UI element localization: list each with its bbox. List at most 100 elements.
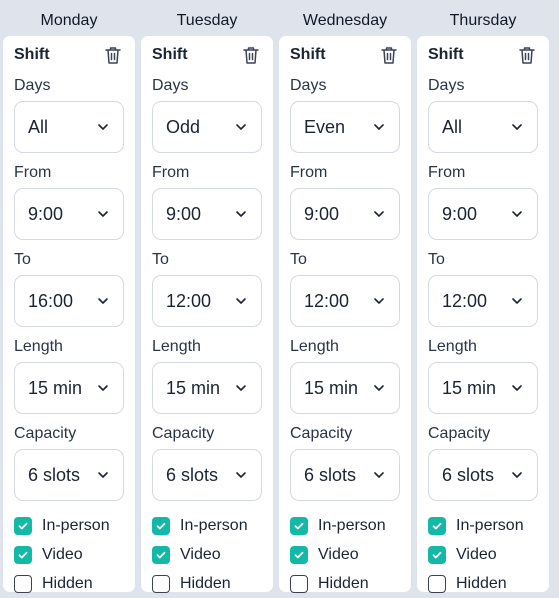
from-select[interactable]: 9:00 [152,188,262,240]
chevron-down-icon [236,298,246,304]
day-header: Tuesday [176,12,238,29]
to-select[interactable]: 12:00 [290,275,400,327]
from-select[interactable]: 9:00 [290,188,400,240]
days-value: Even [304,116,346,137]
video-option[interactable]: Video [290,540,400,569]
capacity-select[interactable]: 6 slots [290,449,400,501]
to-select[interactable]: 12:00 [428,275,538,327]
chevron-down-icon [374,298,384,304]
in-person-option[interactable]: In-person [428,511,538,540]
to-label: To [290,251,307,268]
days-label: Days [152,77,189,94]
length-value: 15 min [28,377,83,398]
in-person-label: In-person [42,516,110,534]
in-person-option[interactable]: In-person [290,511,400,540]
capacity-value: 6 slots [28,464,81,485]
in-person-option[interactable]: In-person [152,511,262,540]
to-label: To [428,251,445,268]
from-label: From [14,164,52,181]
from-value: 9:00 [304,203,340,224]
hidden-option[interactable]: Hidden [428,569,538,598]
video-checkbox[interactable] [14,545,32,564]
days-select[interactable]: Even [290,101,400,153]
length-select[interactable]: 15 min [428,362,538,414]
hidden-option[interactable]: Hidden [152,569,262,598]
hidden-checkbox[interactable] [14,574,32,593]
days-select[interactable]: Odd [152,101,262,153]
shift-card: Shift Days Odd From 9:00 To 12:00 Length… [141,36,273,593]
to-select[interactable]: 12:00 [152,275,262,327]
to-value: 16:00 [28,290,74,311]
shift-title: Shift [152,46,188,63]
video-label: Video [456,545,497,563]
capacity-value: 6 slots [166,464,219,485]
shift-card: Shift Days Even From 9:00 To 12:00 Lengt… [279,36,411,593]
hidden-checkbox[interactable] [428,574,446,593]
capacity-select[interactable]: 6 slots [152,449,262,501]
capacity-select[interactable]: 6 slots [14,449,124,501]
day-header: Thursday [449,12,517,29]
trash-icon[interactable] [378,44,400,66]
chevron-down-icon [512,385,522,391]
days-select[interactable]: All [14,101,124,153]
from-value: 9:00 [166,203,202,224]
shift-title: Shift [290,46,326,63]
hidden-checkbox[interactable] [290,574,308,593]
from-select[interactable]: 9:00 [428,188,538,240]
video-checkbox[interactable] [290,545,308,564]
length-label: Length [428,338,477,355]
chevron-down-icon [236,385,246,391]
days-select[interactable]: All [428,101,538,153]
capacity-value: 6 slots [304,464,357,485]
capacity-label: Capacity [428,425,491,442]
hidden-option[interactable]: Hidden [14,569,124,598]
in-person-checkbox[interactable] [14,516,32,535]
from-value: 9:00 [28,203,64,224]
hidden-option[interactable]: Hidden [290,569,400,598]
trash-icon[interactable] [102,44,124,66]
chevron-down-icon [236,124,246,130]
length-select[interactable]: 15 min [290,362,400,414]
shift-title: Shift [428,46,464,63]
hidden-checkbox[interactable] [152,574,170,593]
in-person-label: In-person [318,516,386,534]
video-option[interactable]: Video [152,540,262,569]
day-column-monday: Monday Shift Days All From 9:00 To 16:00 [3,0,135,593]
video-checkbox[interactable] [152,545,170,564]
to-value: 12:00 [166,290,212,311]
in-person-option[interactable]: In-person [14,511,124,540]
schedule-board: Monday Shift Days All From 9:00 To 16:00 [0,0,559,593]
video-label: Video [318,545,359,563]
days-label: Days [428,77,465,94]
day-column-thursday: Thursday Shift Days All From 9:00 To 12:… [417,0,549,593]
capacity-value: 6 slots [442,464,495,485]
in-person-label: In-person [456,516,524,534]
chevron-down-icon [374,211,384,217]
video-label: Video [180,545,221,563]
day-column-wednesday: Wednesday Shift Days Even From 9:00 To 1… [279,0,411,593]
in-person-checkbox[interactable] [290,516,308,535]
from-label: From [428,164,466,181]
video-option[interactable]: Video [428,540,538,569]
day-header: Wednesday [302,12,388,29]
length-label: Length [152,338,201,355]
trash-icon[interactable] [240,44,262,66]
to-select[interactable]: 16:00 [14,275,124,327]
capacity-label: Capacity [152,425,215,442]
trash-icon[interactable] [516,44,538,66]
in-person-checkbox[interactable] [428,516,446,535]
from-value: 9:00 [442,203,478,224]
length-select[interactable]: 15 min [14,362,124,414]
length-select[interactable]: 15 min [152,362,262,414]
to-label: To [14,251,31,268]
shift-card: Shift Days All From 9:00 To 12:00 Length… [417,36,549,593]
video-option[interactable]: Video [14,540,124,569]
chevron-down-icon [98,385,108,391]
in-person-checkbox[interactable] [152,516,170,535]
length-value: 15 min [304,377,359,398]
video-checkbox[interactable] [428,545,446,564]
capacity-select[interactable]: 6 slots [428,449,538,501]
from-select[interactable]: 9:00 [14,188,124,240]
chevron-down-icon [98,472,108,478]
capacity-label: Capacity [14,425,77,442]
